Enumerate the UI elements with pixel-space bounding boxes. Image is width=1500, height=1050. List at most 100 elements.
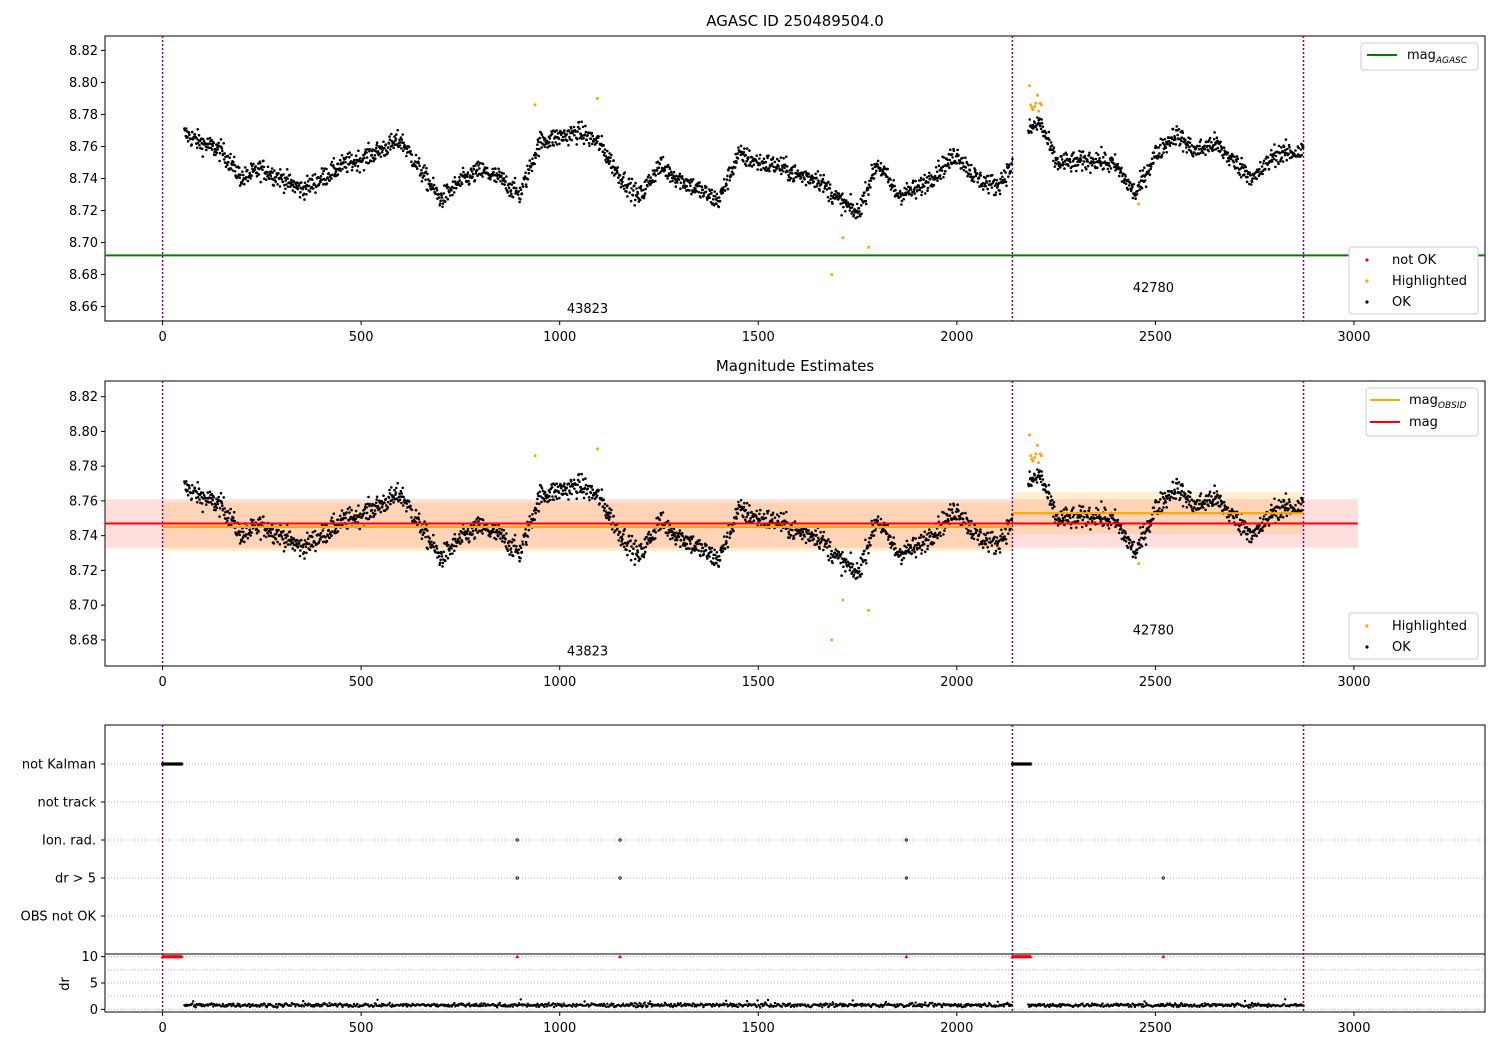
ok-point xyxy=(438,561,442,565)
ok-point xyxy=(444,554,448,558)
ok-point xyxy=(1255,177,1258,181)
legend-not-ok-label: not OK xyxy=(1392,253,1437,268)
ok-point xyxy=(1127,541,1131,545)
ok-point xyxy=(1138,188,1141,191)
ok-point xyxy=(1299,148,1303,151)
obsid-label: 42780 xyxy=(1133,281,1174,296)
ok-point xyxy=(617,181,620,185)
ok-point xyxy=(502,534,506,537)
ok-point xyxy=(451,193,454,197)
ok-point xyxy=(1127,535,1130,539)
ok-point xyxy=(1158,507,1161,510)
ok-point xyxy=(430,540,433,544)
ok-point xyxy=(866,188,870,191)
ok-point xyxy=(712,198,715,201)
ok-point xyxy=(622,545,626,549)
ok-point xyxy=(410,153,414,156)
ok-point xyxy=(1196,144,1199,148)
ok-point xyxy=(478,167,481,170)
ok-point xyxy=(576,130,579,133)
ok-point xyxy=(994,191,998,194)
ok-point xyxy=(697,549,700,552)
ok-point xyxy=(968,169,972,172)
ok-point xyxy=(876,163,879,167)
ok-point xyxy=(646,184,649,188)
ok-point xyxy=(190,143,193,146)
ok-point xyxy=(872,534,876,537)
ok-point xyxy=(864,199,868,203)
ok-point xyxy=(354,154,358,157)
ok-point xyxy=(1281,160,1285,163)
ok-point xyxy=(206,137,209,141)
ok-point xyxy=(1164,146,1168,149)
ok-point xyxy=(1203,147,1207,151)
ok-point xyxy=(1249,173,1252,177)
ok-point xyxy=(1082,160,1086,163)
ok-point xyxy=(538,136,541,140)
ok-point xyxy=(384,497,388,501)
ok-point xyxy=(580,472,583,476)
ok-point xyxy=(874,528,877,532)
ok-point xyxy=(1120,166,1123,170)
ok-point xyxy=(644,187,647,191)
ok-point xyxy=(1033,121,1036,125)
ok-point xyxy=(1226,151,1230,154)
ok-point xyxy=(1030,484,1033,488)
ok-point xyxy=(350,508,353,512)
ok-point xyxy=(804,541,808,545)
ok-point xyxy=(1184,138,1187,142)
ok-point xyxy=(314,549,317,553)
ok-point xyxy=(195,490,199,494)
ok-point xyxy=(548,491,552,494)
ok-point xyxy=(1255,534,1258,538)
ok-point xyxy=(477,520,480,523)
ok-point xyxy=(905,546,908,549)
ok-point xyxy=(509,189,513,192)
ok-point xyxy=(749,516,752,520)
ok-point xyxy=(201,510,204,514)
ok-point xyxy=(1172,496,1175,500)
ok-point xyxy=(1175,125,1178,128)
ok-point xyxy=(744,153,747,157)
ok-point xyxy=(1060,158,1064,161)
ok-point xyxy=(909,546,913,549)
ok-point xyxy=(783,166,786,170)
ok-point xyxy=(277,172,280,175)
ok-point xyxy=(1258,167,1261,171)
ok-point xyxy=(1144,185,1148,188)
ok-point xyxy=(942,156,946,159)
ok-point xyxy=(271,171,274,174)
ok-point xyxy=(334,170,338,173)
ok-point xyxy=(522,185,525,188)
ok-point xyxy=(691,535,695,538)
ok-point xyxy=(698,538,701,542)
ok-point xyxy=(1250,537,1254,541)
ok-point xyxy=(1238,530,1242,533)
ok-point xyxy=(255,175,259,178)
ok-point xyxy=(1060,513,1064,517)
ok-point xyxy=(1063,167,1066,170)
ok-point xyxy=(325,182,329,185)
ok-point xyxy=(353,520,357,523)
ok-point xyxy=(1241,519,1244,522)
ok-point xyxy=(1081,505,1085,508)
ok-point xyxy=(590,131,594,135)
ok-point xyxy=(1138,538,1141,542)
ok-point xyxy=(1003,535,1006,538)
ok-point xyxy=(285,540,288,544)
ok-point xyxy=(817,179,820,182)
ok-point xyxy=(394,137,398,140)
ok-point xyxy=(743,501,746,505)
ok-point xyxy=(991,173,994,177)
ok-point xyxy=(190,130,194,134)
ok-point xyxy=(588,144,591,148)
ok-point xyxy=(414,508,418,512)
ok-point xyxy=(380,505,384,509)
ok-point xyxy=(994,549,998,553)
ok-point xyxy=(1199,492,1203,495)
ok-point xyxy=(867,193,870,196)
ok-point xyxy=(1297,146,1300,150)
ok-point xyxy=(255,531,259,535)
ok-point xyxy=(1113,163,1116,166)
ok-point xyxy=(517,548,520,551)
